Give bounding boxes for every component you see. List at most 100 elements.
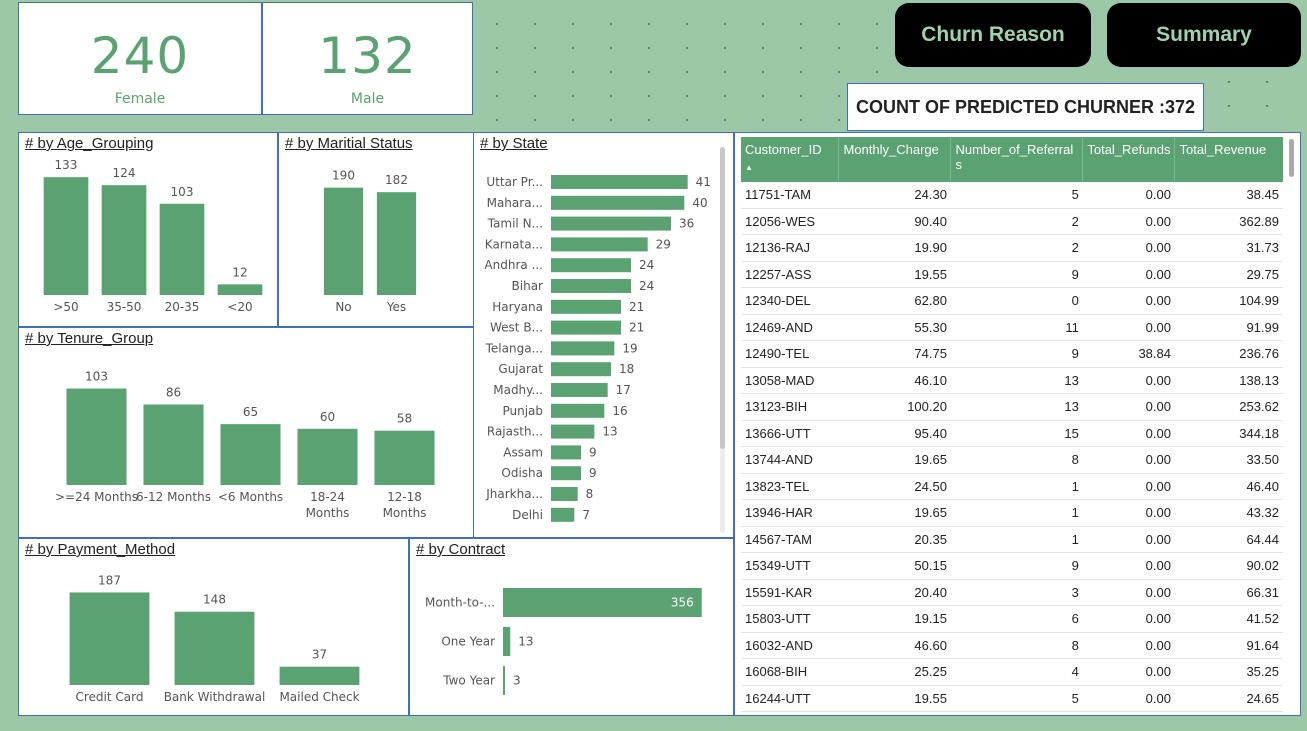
- table-cell: 66.31: [1174, 579, 1283, 606]
- state-scroll-thumb[interactable]: [720, 147, 725, 449]
- col-monthly-charge[interactable]: Monthly_Charge: [838, 137, 952, 182]
- table-cell: 0.00: [1082, 473, 1175, 500]
- tenure-bar[interactable]: [66, 388, 127, 485]
- table-row[interactable]: 15591-KAR 20.40 3 0.00 66.31: [741, 579, 1283, 606]
- state-bar[interactable]: [551, 216, 671, 231]
- table-row[interactable]: 16733-ODI45.85100.0086.23: [741, 711, 1283, 714]
- table-cell: 13: [950, 393, 1083, 421]
- age-grouping-chart: 133 >50 124 35-50 103 20-35 12 <20: [43, 158, 263, 314]
- tenure-bar[interactable]: [220, 424, 281, 485]
- tenure-data-label: 60: [320, 410, 335, 424]
- state-bar[interactable]: [551, 445, 581, 460]
- table-row[interactable]: 16244-UTT 19.55 5 0.00 24.65: [741, 685, 1283, 712]
- table-header-row: Customer_ID ▲ Monthly_Charge Number_of_R…: [741, 137, 1283, 182]
- table-cell: 100.20: [838, 393, 951, 421]
- table-row[interactable]: 12490-TEL 74.75 9 38.84 236.76: [741, 340, 1283, 368]
- table-cell: 9: [950, 340, 1083, 368]
- col-total-revenue[interactable]: Total_Revenue: [1174, 137, 1283, 182]
- age-bar[interactable]: [217, 284, 263, 295]
- state-bar[interactable]: [551, 258, 631, 273]
- table-cell: 13: [950, 367, 1083, 394]
- payment-bar[interactable]: [279, 666, 360, 685]
- state-bar[interactable]: [551, 299, 621, 314]
- state-bar[interactable]: [551, 341, 615, 356]
- state-bar[interactable]: [551, 403, 605, 418]
- state-bar[interactable]: [551, 237, 648, 252]
- table-cell: 12257-ASS: [741, 261, 839, 288]
- tenure-bar[interactable]: [297, 428, 358, 485]
- summary-button[interactable]: Summary: [1107, 3, 1301, 67]
- state-bar[interactable]: [551, 320, 621, 335]
- state-bar[interactable]: [551, 466, 581, 481]
- col-customer-id[interactable]: Customer_ID ▲: [741, 137, 840, 182]
- age-bar[interactable]: [101, 185, 147, 295]
- table-cell: 1: [950, 526, 1083, 553]
- tenure-bar[interactable]: [143, 404, 204, 485]
- table-row[interactable]: 13823-TEL 24.50 1 0.00 46.40: [741, 473, 1283, 500]
- table-row[interactable]: 11751-TAM 24.30 5 0.00 38.45: [741, 182, 1283, 209]
- table-row[interactable]: 16068-BIH 25.25 4 0.00 35.25: [741, 658, 1283, 686]
- table-row[interactable]: 13666-UTT 95.40 15 0.00 344.18: [741, 420, 1283, 447]
- table-row[interactable]: 15803-UTT 19.15 6 0.00 41.52: [741, 605, 1283, 633]
- table-cell: 19.55: [838, 261, 951, 288]
- table-row[interactable]: 13058-MAD 46.10 13 0.00 138.13: [741, 367, 1283, 394]
- table-cell: 35.25: [1174, 658, 1283, 686]
- contract-bar[interactable]: [503, 666, 505, 695]
- table-cell: 29.75: [1174, 261, 1283, 288]
- age-bar[interactable]: [43, 177, 89, 295]
- payment-bar[interactable]: [69, 592, 150, 685]
- col-referrals[interactable]: Number_of_Referrals: [950, 137, 1084, 182]
- contract-panel: # by Contract Month-to-... 356 One Year 13 T…: [409, 538, 734, 716]
- table-row[interactable]: 15349-UTT 50.15 9 0.00 90.02: [741, 552, 1283, 580]
- marital-bar[interactable]: [376, 192, 417, 295]
- state-bar[interactable]: [551, 195, 685, 210]
- table-row[interactable]: 16032-AND 46.60 8 0.00 91.64: [741, 632, 1283, 659]
- table-row[interactable]: 12136-RAJ 19.90 2 0.00 31.73: [741, 234, 1283, 262]
- state-bar[interactable]: [551, 507, 575, 522]
- contract-bar[interactable]: [503, 627, 511, 656]
- table-row[interactable]: 13123-BIH 100.20 13 0.00 253.62: [741, 393, 1283, 421]
- tenure-bar[interactable]: [374, 430, 435, 485]
- contract-data-label: 13: [518, 635, 533, 649]
- state-bar[interactable]: [551, 279, 631, 293]
- marital-data-label: 182: [385, 173, 408, 187]
- table-cell: 33.50: [1174, 446, 1283, 474]
- table-cell: 0.00: [1082, 632, 1175, 659]
- table-cell: 43.32: [1174, 499, 1283, 527]
- contract-category-label: One Year: [441, 635, 495, 649]
- table-row[interactable]: 13744-AND 19.65 8 0.00 33.50: [741, 446, 1283, 474]
- col-total-refunds[interactable]: Total_Refunds: [1082, 137, 1176, 182]
- table-cell: 0.00: [1082, 579, 1175, 606]
- table-row[interactable]: 12056-WES 90.40 2 0.00 362.89: [741, 208, 1283, 235]
- sort-asc-icon[interactable]: ▲: [745, 163, 834, 172]
- state-bar[interactable]: [551, 424, 595, 439]
- tenure-category-label: Months: [383, 506, 427, 520]
- table-cell: 12469-AND: [741, 314, 839, 341]
- table-row[interactable]: 12340-DEL 62.80 0 0.00 104.99: [741, 287, 1283, 315]
- marital-bar[interactable]: [323, 187, 364, 295]
- table-row[interactable]: 14567-TAM 20.35 1 0.00 64.44: [741, 526, 1283, 553]
- churn-reason-button[interactable]: Churn Reason: [895, 3, 1091, 67]
- state-bar[interactable]: [551, 362, 611, 377]
- state-data-label: 7: [582, 508, 590, 522]
- state-bar[interactable]: [551, 487, 578, 501]
- table-cell: 20.35: [838, 526, 951, 553]
- payment-bar[interactable]: [174, 611, 255, 685]
- age-bar[interactable]: [159, 203, 205, 295]
- customer-table-scroll[interactable]: Customer_ID ▲ Monthly_Charge Number_of_R…: [741, 137, 1283, 714]
- state-bar[interactable]: [551, 383, 608, 397]
- male-label: Male: [350, 91, 385, 107]
- age-data-label: 12: [232, 265, 247, 279]
- tenure-category-label: 18-24: [310, 490, 345, 504]
- table-row[interactable]: 12257-ASS 19.55 9 0.00 29.75: [741, 261, 1283, 288]
- age-grouping-panel: # by Age_Grouping 133 >50 124 35-50 103 20-35…: [18, 132, 278, 327]
- state-bar[interactable]: [551, 175, 688, 189]
- tenure-category-label: Months: [306, 506, 350, 520]
- table-cell: 12056-WES: [741, 208, 839, 235]
- table-cell: 2: [950, 234, 1083, 262]
- table-row[interactable]: 13946-HAR 19.65 1 0.00 43.32: [741, 499, 1283, 527]
- table-scroll-thumb[interactable]: [1289, 139, 1294, 177]
- table-row[interactable]: 12469-AND 55.30 11 0.00 91.99: [741, 314, 1283, 341]
- table-cell: 11: [950, 314, 1083, 341]
- table-cell: 91.99: [1174, 314, 1283, 341]
